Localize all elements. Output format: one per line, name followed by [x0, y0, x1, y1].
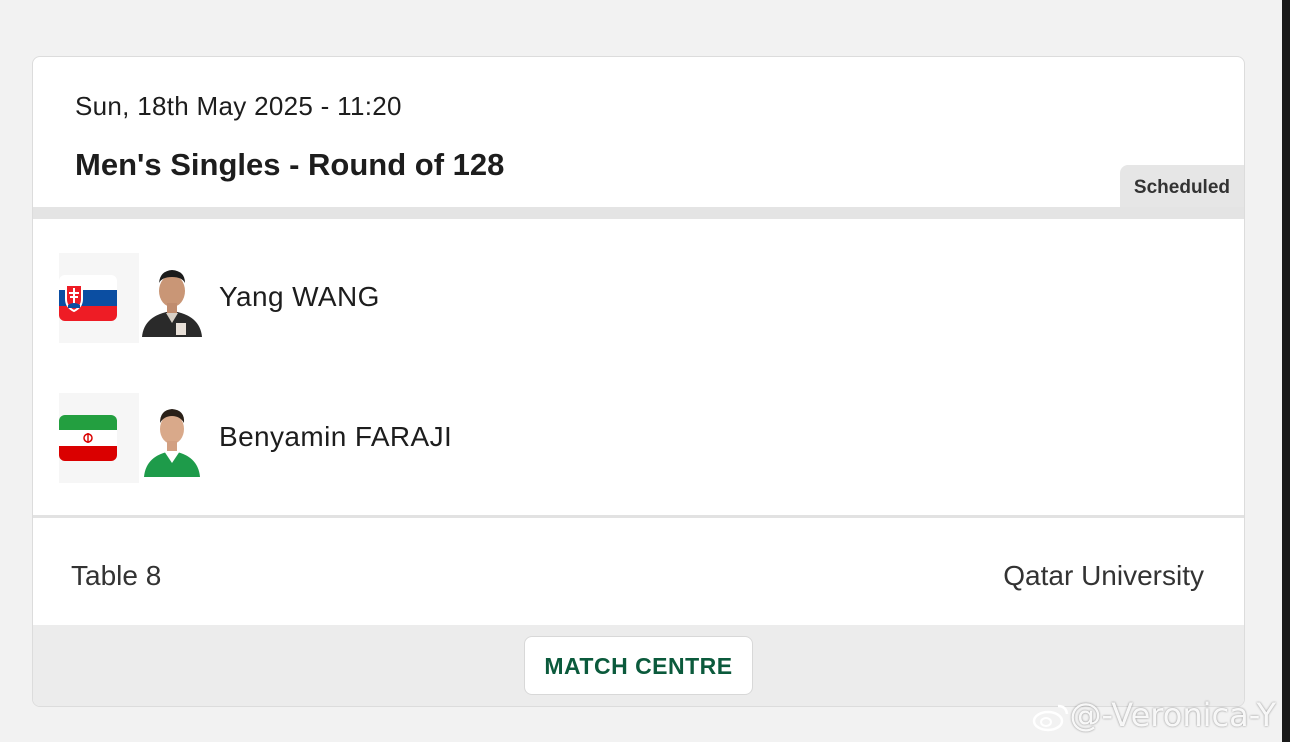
weibo-icon [1032, 702, 1070, 732]
player-avatar [140, 401, 204, 477]
player-row[interactable]: Yang WANG [33, 253, 1244, 343]
table-number: Table 8 [71, 560, 162, 591]
match-header: Sun, 18th May 2025 - 11:20 Men's Singles… [33, 57, 1244, 207]
event-title: Men's Singles - Round of 128 [75, 147, 505, 182]
slovakia-flag-icon [59, 275, 117, 321]
match-datetime: Sun, 18th May 2025 - 11:20 [75, 91, 402, 121]
watermark: @-Veronica-Y [1032, 696, 1276, 734]
match-centre-button[interactable]: MATCH CENTRE [524, 636, 753, 695]
window-edge [1282, 0, 1290, 742]
watermark-text: @-Veronica-Y [1069, 696, 1276, 734]
status-badge: Scheduled [1119, 165, 1244, 207]
card-footer: MATCH CENTRE [33, 625, 1244, 706]
players-list: Yang WANG Benyamin FARAJI [33, 219, 1244, 515]
player-name[interactable]: Yang WANG [219, 281, 380, 313]
player-avatar [140, 261, 204, 337]
match-info: Table 8 Qatar University [33, 518, 1244, 626]
player-name[interactable]: Benyamin FARAJI [219, 421, 452, 453]
header-divider [33, 207, 1244, 219]
match-card: Sun, 18th May 2025 - 11:20 Men's Singles… [32, 56, 1245, 707]
venue-name: Qatar University [1003, 560, 1204, 591]
iran-flag-icon [59, 415, 117, 461]
player-row[interactable]: Benyamin FARAJI [33, 393, 1244, 483]
